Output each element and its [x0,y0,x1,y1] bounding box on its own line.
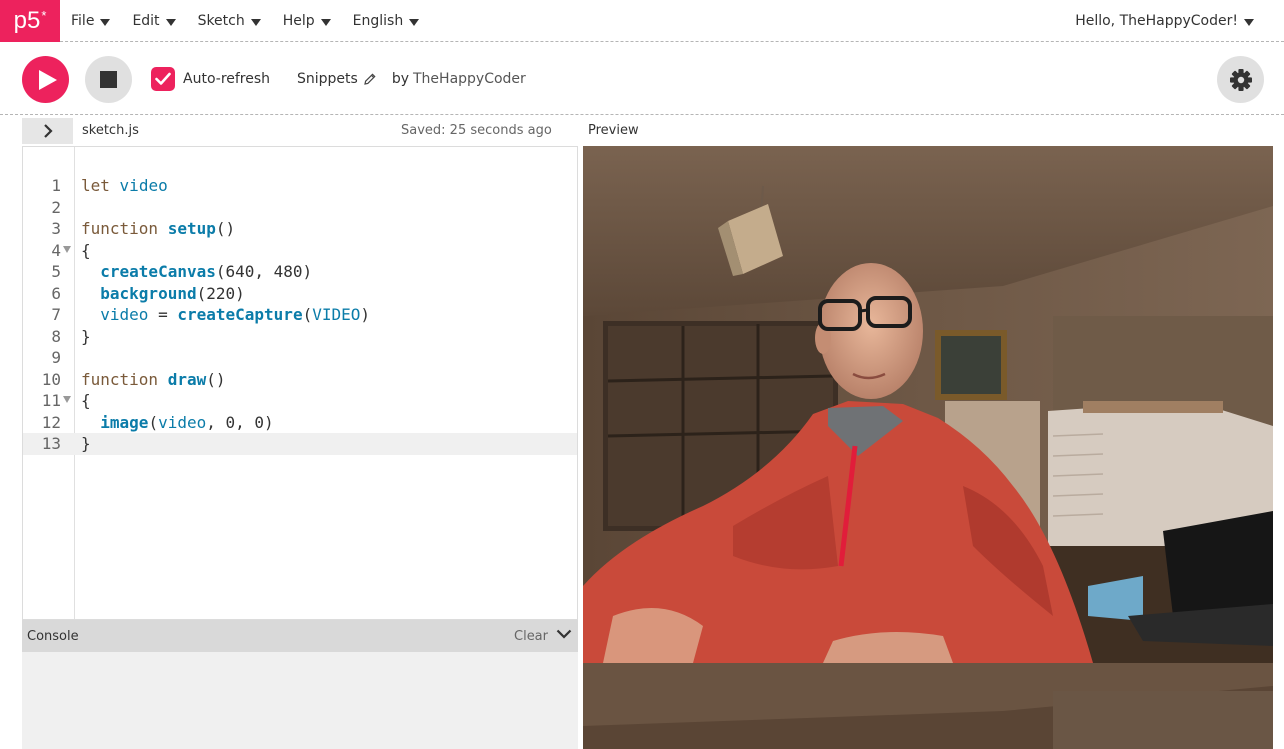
caret-down-icon [409,18,420,26]
code-text: function draw() [81,369,226,389]
menu-language-label: English [352,13,404,29]
caret-down-icon [320,18,331,26]
code-text: function setup() [81,219,236,238]
menu-file[interactable]: File [71,13,111,29]
play-button[interactable] [22,56,69,103]
code-line[interactable]: 9 [23,347,577,369]
saved-status: Saved: 25 seconds ago [401,123,552,138]
code-line[interactable]: 7 video = createCapture(VIDEO) [23,304,577,326]
code-line[interactable]: 5 createCanvas(640, 480) [23,261,577,283]
preview-label: Preview [588,123,639,138]
line-number: 12 [41,412,61,432]
code-line-active[interactable]: 13} [23,433,577,455]
fold-arrow-icon[interactable] [63,245,71,253]
stop-icon [100,71,117,88]
code-line[interactable]: 2 [23,197,577,219]
auto-refresh-checkbox[interactable] [151,67,175,91]
code-editor[interactable]: 1 let video 2 3 function setup() 4{ 5 crea… [22,146,578,620]
menu-edit-label: Edit [132,13,160,29]
code-text: background(220) [100,283,245,303]
caret-down-icon [165,18,176,26]
console-title: Console [27,628,79,644]
chevron-down-icon[interactable] [556,628,572,640]
owner-prefix: by [391,71,409,87]
code-line[interactable]: 11 { [23,390,577,412]
play-icon [38,69,57,90]
chevron-right-icon [43,124,53,138]
webcam-video-frame [583,146,1273,749]
code-line[interactable]: 6 background(220) [23,283,577,305]
line-number: 8 [51,326,61,346]
owner-name[interactable]: TheHappyCoder [413,71,526,87]
line-number: 1 [51,176,61,195]
project-name[interactable]: Snippets [297,71,358,87]
line-number: 3 [51,219,61,238]
user-greeting: Hello, TheHappyCoder! [1075,13,1238,29]
code-text: { [81,391,91,410]
p5-logo[interactable]: p5 * [0,0,60,42]
code-text: image(video, 0, 0) [100,412,274,432]
console-output[interactable] [22,652,578,749]
settings-button[interactable] [1217,56,1264,103]
gear-icon [1229,68,1252,91]
menu-sketch[interactable]: Sketch [198,13,261,29]
console-clear-button[interactable]: Clear [514,629,548,644]
logo-asterisk: * [41,7,47,23]
stop-button[interactable] [85,56,132,103]
line-number: 5 [51,262,61,281]
menu-sketch-label: Sketch [197,13,245,29]
line-number: 2 [51,197,61,217]
menu-language[interactable]: English [353,13,420,29]
code-line[interactable]: 3 function setup() [23,218,577,240]
code-line[interactable]: 4{ [23,240,577,262]
user-menu[interactable]: Hello, TheHappyCoder! [1075,0,1254,42]
code-text: let video [81,176,168,195]
top-nav-bar: p5 * File Edit Sketch Help English Hello,… [0,0,1284,42]
editor-header: sketch.js Saved: 25 seconds ago Preview [0,116,1284,146]
sketch-preview[interactable] [583,146,1273,749]
caret-down-icon [250,18,261,26]
code-text: } [81,434,91,453]
toolbar: Auto-refresh Snippets by TheHappyCoder [0,43,1284,115]
line-number: 4 [51,240,61,260]
line-number: 6 [51,283,61,303]
line-number: 13 [41,434,61,453]
code-line[interactable]: 10 function draw() [23,369,577,391]
code-lines: 1 let video 2 3 function setup() 4{ 5 crea… [23,175,577,455]
line-number: 9 [51,348,61,367]
auto-refresh-label: Auto-refresh [183,71,271,87]
main-menu: File Edit Sketch Help English [71,0,441,42]
line-number: 7 [51,305,61,324]
project-info: Snippets by TheHappyCoder [297,67,526,91]
code-line[interactable]: 1 let video [23,175,577,197]
menu-file-label: File [71,13,95,29]
caret-down-icon [1244,18,1254,26]
code-text: { [81,240,91,260]
menu-help-label: Help [282,13,315,29]
code-line[interactable]: 12 image(video, 0, 0) [23,412,577,434]
console-header: Console Clear [22,620,578,652]
file-name: sketch.js [82,123,139,138]
menu-help[interactable]: Help [283,13,331,29]
line-number: 11 [41,391,61,410]
code-line[interactable]: 8} [23,326,577,348]
code-text: createCanvas(640, 480) [100,262,313,281]
auto-refresh-toggle: Auto-refresh [151,67,270,91]
expand-sidebar-button[interactable] [22,118,73,144]
checkmark-icon [155,72,171,85]
pencil-icon[interactable] [364,73,376,85]
caret-down-icon [100,18,111,26]
menu-edit[interactable]: Edit [132,13,176,29]
line-number: 10 [41,369,61,389]
fold-arrow-icon[interactable] [63,396,71,403]
code-text: } [81,326,91,346]
code-text: video = createCapture(VIDEO) [100,305,371,324]
logo-text: p5 [13,7,41,34]
